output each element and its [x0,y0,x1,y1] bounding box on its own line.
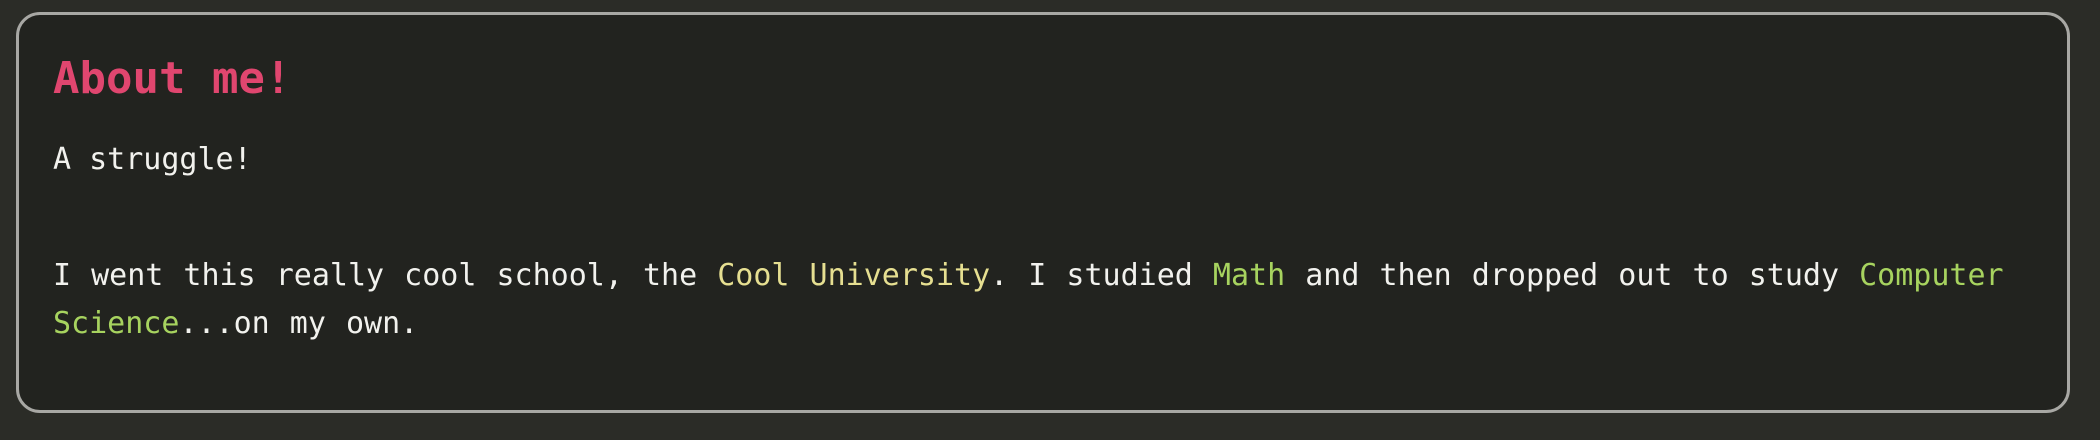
paragraph-text-3: and then dropped out to study [1285,257,1860,293]
section-subtitle: A struggle! [53,141,252,177]
about-content: About me! A struggle! I went this really… [53,53,2033,348]
paragraph-text-2: . I studied [990,257,1213,293]
paragraph-text-4: ...on my own. [179,305,419,341]
paragraph-text-1: I went this really cool school, the [53,257,718,293]
about-card: About me! A struggle! I went this really… [16,12,2070,413]
about-paragraph: I went this really cool school, the Cool… [53,252,2033,348]
subject-math: Math [1212,257,1286,293]
school-name: Cool University [717,257,991,293]
section-title: About me! [53,53,292,104]
